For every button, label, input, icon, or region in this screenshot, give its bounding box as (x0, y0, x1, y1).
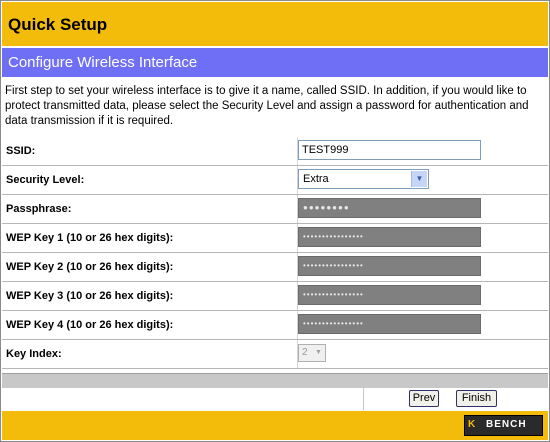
wep-key-4-label: WEP Key 4 (10 or 26 hex digits): (6, 319, 174, 331)
passphrase-input[interactable]: ●●●●●●●● (298, 198, 481, 218)
form-row-wep-key-1: WEP Key 1 (10 or 26 hex digits): •••••••… (2, 224, 548, 253)
finish-button[interactable]: Finish (456, 390, 497, 407)
wep-key-2-label: WEP Key 2 (10 or 26 hex digits): (6, 261, 174, 273)
security-level-select[interactable]: Extra ▼ (298, 169, 429, 189)
passphrase-label: Passphrase: (6, 203, 72, 215)
wep-key-4-input[interactable]: •••••••••••••••• (298, 314, 481, 334)
quick-setup-header: Quick Setup (2, 2, 548, 46)
form-row-security-level: Security Level: Extra ▼ (2, 166, 548, 195)
wireless-form: SSID: TEST999 Security Level: Extra ▼ Pa… (2, 137, 548, 369)
separator-bar (2, 373, 548, 388)
footer-bar: K BENCH (2, 411, 548, 440)
ssid-input[interactable]: TEST999 (298, 140, 481, 160)
security-level-label: Security Level: (6, 174, 85, 186)
wep-key-3-label: WEP Key 3 (10 or 26 hex digits): (6, 290, 174, 302)
form-row-wep-key-3: WEP Key 3 (10 or 26 hex digits): •••••••… (2, 282, 548, 311)
brand-name: BENCH (486, 419, 527, 430)
wep-key-1-input[interactable]: •••••••••••••••• (298, 227, 481, 247)
form-row-passphrase: Passphrase: ●●●●●●●● (2, 195, 548, 224)
section-title: Configure Wireless Interface (8, 54, 198, 71)
section-header: Configure Wireless Interface (2, 48, 548, 77)
intro-text: First step to set your wireless interfac… (5, 85, 529, 127)
chevron-down-icon[interactable]: ▼ (411, 171, 427, 187)
security-level-value: Extra (303, 173, 329, 185)
form-row-ssid: SSID: TEST999 (2, 137, 548, 166)
button-row: Prev Finish (2, 388, 548, 410)
key-index-select[interactable]: 2 ▼ (298, 344, 326, 362)
brand-mark: K (468, 419, 476, 430)
key-index-label: Key Index: (6, 348, 62, 360)
wep-key-3-input[interactable]: •••••••••••••••• (298, 285, 481, 305)
page-title: Quick Setup (8, 15, 108, 34)
ssid-label: SSID: (6, 145, 36, 157)
kbench-logo: K BENCH (464, 415, 543, 436)
quick-setup-page: Quick Setup Configure Wireless Interface… (0, 0, 550, 442)
key-index-value: 2 (302, 347, 308, 358)
wep-key-2-input[interactable]: •••••••••••••••• (298, 256, 481, 276)
chevron-down-icon[interactable]: ▼ (313, 346, 324, 360)
form-row-wep-key-4: WEP Key 4 (10 or 26 hex digits): •••••••… (2, 311, 548, 340)
wep-key-1-label: WEP Key 1 (10 or 26 hex digits): (6, 232, 174, 244)
form-row-key-index: Key Index: 2 ▼ (2, 340, 548, 369)
form-row-wep-key-2: WEP Key 2 (10 or 26 hex digits): •••••••… (2, 253, 548, 282)
prev-button[interactable]: Prev (409, 390, 439, 407)
